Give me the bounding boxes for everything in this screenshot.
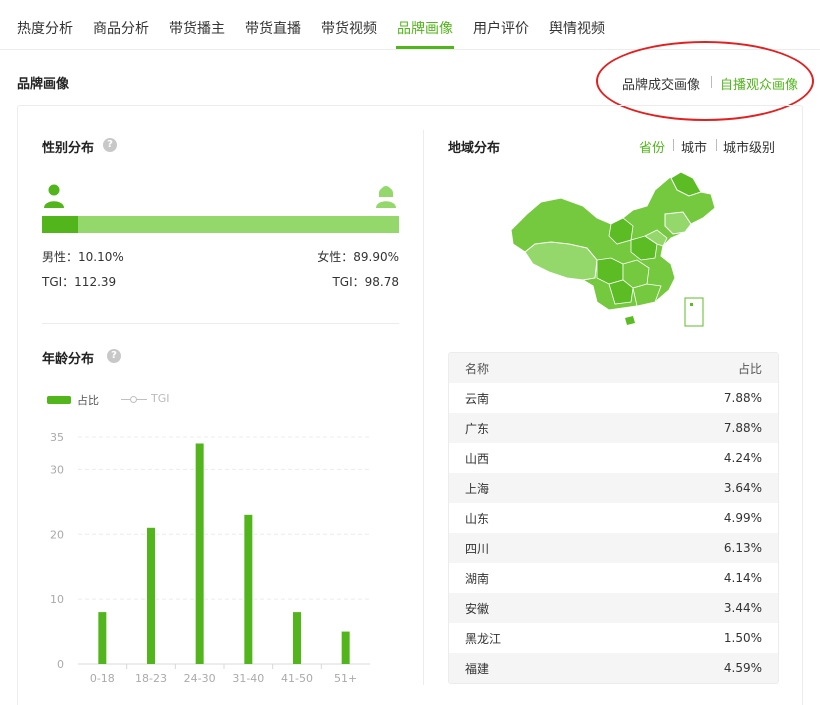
legend-share-swatch[interactable]	[47, 396, 71, 404]
y-tick-label: 0	[57, 658, 64, 671]
x-tick-label: 41-50	[281, 672, 313, 685]
age-bar	[147, 527, 155, 664]
region-tab-divider	[716, 139, 717, 151]
male-icon	[44, 184, 64, 208]
row-share: 6.13%	[723, 541, 762, 555]
tab-videos[interactable]: 带货视频	[321, 18, 377, 38]
age-title: 年龄分布	[42, 352, 95, 367]
table-row: 广东 7.88%	[449, 413, 778, 443]
row-share: 1.50%	[723, 631, 762, 645]
row-share: 4.24%	[723, 451, 762, 465]
row-name: 山东	[465, 511, 490, 526]
tab-user-reviews[interactable]: 用户评价	[473, 18, 529, 38]
y-tick-label: 10	[50, 593, 64, 606]
female-percent: 女性：89.90%	[317, 250, 399, 264]
region-tab-divider	[673, 139, 674, 151]
male-percent: 男性：10.10%	[42, 250, 124, 264]
gender-help-icon[interactable]: ?	[103, 138, 117, 152]
region-table: 名称 占比 云南 7.88% 广东 7.88% 山西 4.24% 上海 3.64…	[448, 352, 779, 684]
row-share: 7.88%	[723, 421, 762, 435]
tab-sentiment-videos[interactable]: 舆情视频	[549, 18, 605, 38]
row-share: 7.88%	[723, 391, 762, 405]
male-share-fill	[42, 216, 79, 233]
x-tick-label: 24-30	[184, 672, 216, 685]
row-name: 湖南	[465, 571, 490, 586]
row-name: 广东	[465, 421, 490, 436]
column-divider	[423, 130, 424, 685]
tab-live-streams[interactable]: 带货直播	[245, 18, 301, 38]
row-share: 4.14%	[723, 571, 762, 585]
row-name: 黑龙江	[465, 631, 502, 646]
region-tab-city[interactable]: 城市	[681, 137, 707, 156]
gender-age-divider	[42, 323, 399, 324]
gender-ratio-bar	[42, 216, 399, 233]
y-tick-label: 20	[50, 528, 64, 541]
female-tgi: TGI：98.78	[332, 275, 399, 289]
age-help-icon[interactable]: ?	[107, 349, 121, 363]
x-tick-label: 18-23	[135, 672, 167, 685]
male-tgi: TGI：112.39	[42, 275, 117, 289]
tab-product-analysis[interactable]: 商品分析	[93, 18, 149, 38]
table-row: 安徽 3.44%	[449, 593, 778, 623]
female-icon	[376, 186, 396, 208]
table-row: 上海 3.64%	[449, 473, 778, 503]
row-share: 4.59%	[723, 661, 762, 675]
row-name: 云南	[465, 391, 490, 406]
age-bar-chart: 0 10 20 30 35 0-18 18-23 24-30 31-40 41-50 51+	[50, 431, 370, 685]
switch-divider	[711, 76, 712, 88]
table-row: 山东 4.99%	[449, 503, 778, 533]
y-tick-label: 30	[50, 463, 64, 476]
tab-heat-analysis[interactable]: 热度分析	[17, 18, 73, 38]
row-name: 山西	[465, 451, 490, 466]
region-title: 地域分布	[448, 141, 501, 156]
top-tab-bar: 热度分析 商品分析 带货播主 带货直播 带货视频 品牌画像 用户评价 舆情视频	[0, 0, 820, 50]
legend-tgi-marker[interactable]	[130, 396, 137, 403]
row-share: 3.64%	[723, 481, 762, 495]
tab-influencers[interactable]: 带货播主	[169, 18, 225, 38]
legend-share-label[interactable]: 占比	[77, 392, 99, 408]
table-header: 名称 占比	[449, 353, 778, 383]
age-bar	[341, 631, 350, 664]
age-bar	[195, 443, 204, 664]
row-share: 3.44%	[723, 601, 762, 615]
header-name: 名称	[465, 361, 490, 376]
row-name: 安徽	[465, 601, 490, 616]
china-map[interactable]	[505, 168, 720, 330]
age-bar	[293, 612, 301, 664]
age-bar	[244, 514, 253, 664]
table-row: 云南 7.88%	[449, 383, 778, 413]
table-row: 福建 4.59%	[449, 653, 778, 683]
section-title: 品牌画像	[17, 77, 70, 92]
switch-audience-profile[interactable]: 自播观众画像	[720, 74, 798, 93]
table-row: 湖南 4.14%	[449, 563, 778, 593]
row-name: 四川	[465, 541, 490, 556]
region-tab-province[interactable]: 省份	[639, 137, 665, 156]
age-bar	[98, 612, 107, 664]
table-row: 山西 4.24%	[449, 443, 778, 473]
table-row: 黑龙江 1.50%	[449, 623, 778, 653]
tab-brand-profile[interactable]: 品牌画像	[397, 18, 453, 38]
x-tick-label: 31-40	[232, 672, 264, 685]
legend-tgi-label[interactable]: TGI	[151, 392, 170, 405]
switch-deal-profile[interactable]: 品牌成交画像	[622, 74, 700, 93]
x-tick-label: 51+	[334, 672, 357, 685]
x-tick-label: 0-18	[90, 672, 115, 685]
header-share: 占比	[737, 361, 762, 376]
table-row: 四川 6.13%	[449, 533, 778, 563]
row-share: 4.99%	[723, 511, 762, 525]
row-name: 福建	[465, 661, 490, 676]
gender-title: 性别分布	[42, 141, 95, 156]
active-tab-indicator	[396, 46, 454, 49]
row-name: 上海	[465, 481, 490, 496]
y-tick-label: 35	[50, 431, 64, 444]
region-tab-city-level[interactable]: 城市级别	[723, 137, 775, 156]
